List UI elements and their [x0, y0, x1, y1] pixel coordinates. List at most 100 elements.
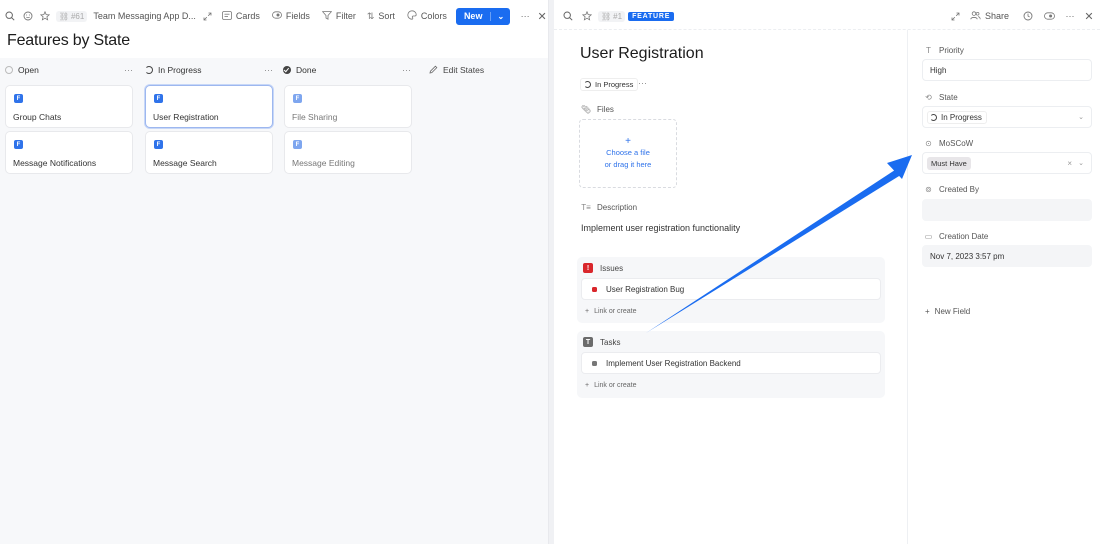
plus-icon: +: [585, 308, 590, 315]
state-select[interactable]: In Progress ⌄: [922, 106, 1092, 128]
feature-icon: F: [14, 94, 23, 103]
state-pill[interactable]: In Progress: [580, 78, 639, 91]
item-id-pill[interactable]: ⛓ #1: [598, 10, 626, 22]
star-icon[interactable]: [39, 9, 51, 23]
feature-card[interactable]: F Group Chats: [5, 85, 133, 128]
files-label: 📎︎ Files: [581, 105, 614, 114]
close-icon[interactable]: ✕: [1082, 9, 1096, 23]
tasks-header: T Tasks: [583, 337, 620, 347]
state-value: In Progress: [941, 112, 982, 122]
expand-icon[interactable]: [949, 9, 963, 23]
column-more-icon[interactable]: ···: [264, 65, 273, 75]
star-icon[interactable]: [580, 9, 594, 23]
issues-link-or-create[interactable]: + Link or create: [585, 308, 637, 315]
pencil-icon: [429, 65, 438, 76]
priority-field[interactable]: High: [922, 59, 1092, 81]
moscow-label: ⊙ MoSCoW: [924, 139, 973, 148]
dropzone-line2: or drag it here: [604, 159, 652, 169]
link-icon: ⛓: [58, 11, 69, 21]
state-label-text: State: [939, 93, 958, 102]
issues-header: ! Issues: [583, 263, 623, 273]
card-title: User Registration: [153, 112, 219, 122]
files-label-text: Files: [597, 105, 614, 114]
search-icon[interactable]: [561, 9, 575, 23]
moscow-select[interactable]: Must Have × ⌄: [922, 152, 1092, 174]
tasks-label: Tasks: [600, 337, 621, 347]
more-icon[interactable]: ···: [519, 9, 531, 23]
feature-card[interactable]: F Message Notifications: [5, 131, 133, 174]
creation-date-field: Nov 7, 2023 3:57 pm: [922, 245, 1092, 267]
text-type-icon: T: [926, 46, 931, 55]
issue-dot-icon: [592, 286, 597, 292]
chevron-down-icon[interactable]: ⌄: [1078, 113, 1084, 121]
file-dropzone[interactable]: + Choose a file or drag it here: [579, 119, 677, 188]
chevron-down-icon[interactable]: ⌄: [1078, 159, 1084, 167]
share-button[interactable]: Share: [970, 10, 1009, 22]
plus-icon: +: [585, 382, 590, 389]
item-id: #61: [70, 11, 85, 21]
description-text[interactable]: Implement user registration functionalit…: [581, 223, 740, 233]
edit-states-button[interactable]: Edit States: [429, 63, 484, 77]
eye-icon[interactable]: [1042, 9, 1056, 23]
more-icon[interactable]: ···: [638, 78, 647, 88]
tasks-link-or-create[interactable]: + Link or create: [585, 382, 637, 389]
open-state-icon: [5, 66, 13, 74]
filter-button[interactable]: Filter: [321, 10, 356, 22]
feature-card[interactable]: F File Sharing: [284, 85, 412, 128]
creation-date-value: Nov 7, 2023 3:57 pm: [930, 251, 1005, 261]
feature-card[interactable]: F Message Search: [145, 131, 273, 174]
column-more-icon[interactable]: ···: [402, 65, 411, 75]
breadcrumb[interactable]: Team Messaging App D...: [93, 11, 196, 21]
filter-label: Filter: [335, 11, 356, 21]
detail-title[interactable]: User Registration: [580, 45, 704, 63]
new-button[interactable]: New ⌄: [455, 7, 511, 25]
board-toolbar: ⛓ #61 Team Messaging App D... Cards Fiel…: [0, 6, 548, 26]
fields-button[interactable]: Fields: [271, 11, 310, 21]
column-more-icon[interactable]: ···: [124, 65, 133, 75]
cards-button[interactable]: Cards: [221, 10, 260, 22]
clear-icon[interactable]: ×: [1067, 159, 1072, 168]
app-root: ⛓ #61 Team Messaging App D... Cards Fiel…: [0, 0, 1100, 544]
filter-icon: [321, 10, 333, 22]
new-field-button[interactable]: + New Field: [925, 307, 970, 316]
detail-panel: ⛓ #1 FEATURE Share ··· ✕ User Registrati…: [554, 0, 1100, 544]
cycle-icon: ⟲: [925, 93, 932, 102]
feature-card[interactable]: F Message Editing: [284, 131, 412, 174]
fields-label: Fields: [285, 11, 310, 21]
issue-item[interactable]: User Registration Bug: [581, 278, 881, 300]
search-icon[interactable]: [4, 9, 16, 23]
task-item[interactable]: Implement User Registration Backend: [581, 352, 881, 374]
description-label: T≡ Description: [581, 203, 637, 212]
creation-date-label: ▭ Creation Date: [924, 232, 989, 241]
expand-icon[interactable]: [202, 9, 214, 23]
history-icon[interactable]: [1021, 9, 1035, 23]
select-icon: ⊙: [925, 139, 932, 148]
smiley-icon[interactable]: [22, 9, 34, 23]
close-icon[interactable]: ✕: [536, 9, 548, 23]
feature-card-selected[interactable]: F User Registration: [145, 85, 273, 128]
card-title: Message Search: [153, 158, 217, 168]
created-by-label-text: Created By: [939, 185, 980, 194]
dropzone-line1: Choose a file: [606, 147, 650, 157]
item-id: #1: [613, 11, 623, 21]
share-label: Share: [984, 11, 1009, 21]
state-label: In Progress: [595, 80, 634, 89]
sort-button[interactable]: ⇅ Sort: [367, 11, 395, 22]
in-progress-state-icon: [584, 81, 591, 88]
task-icon: T: [583, 337, 593, 347]
chevron-down-icon[interactable]: ⌄: [490, 11, 510, 21]
priority-label: T Priority: [924, 46, 964, 55]
tasks-section: T Tasks Implement User Registration Back…: [577, 331, 885, 398]
item-id-pill[interactable]: ⛓ #61: [55, 10, 88, 22]
priority-value: High: [930, 65, 947, 75]
colors-button[interactable]: Colors: [407, 10, 447, 22]
detail-toolbar: ⛓ #1 FEATURE Share ··· ✕: [554, 6, 1100, 26]
link-icon: ⛓: [601, 11, 612, 21]
issue-title: User Registration Bug: [606, 284, 685, 294]
paperclip-icon: 📎︎: [581, 105, 592, 114]
type-tag[interactable]: FEATURE: [628, 11, 675, 21]
more-icon[interactable]: ···: [1063, 9, 1077, 23]
feature-icon: F: [293, 94, 302, 103]
card-title: Message Editing: [292, 158, 355, 168]
feature-icon: F: [293, 140, 302, 149]
